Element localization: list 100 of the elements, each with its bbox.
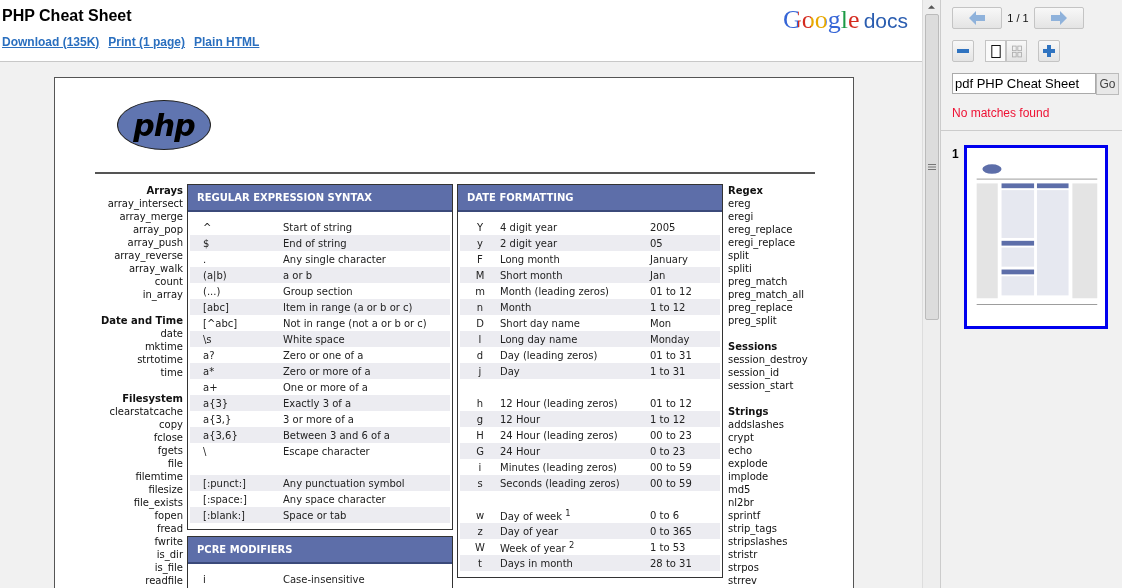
left-arrow-icon [969,11,985,25]
function-name: fwrite [153,535,183,548]
table-cell-text: a{3} [203,397,230,409]
table-cell-text: 05 [650,237,664,249]
function-name: preg_match_all [728,288,806,301]
function-name: eregi_replace [728,236,797,249]
function-name: session_start [728,379,795,392]
zoom-out-button[interactable] [952,40,974,62]
table-cell-text: Item in range (a or b or c) [283,301,414,313]
table-cell-text: Jan [650,269,667,281]
table-cell-text: $ [203,237,211,249]
function-name: fread [155,522,183,535]
table-cell-text: 28 to 31 [650,557,693,569]
header-link[interactable]: Download (135K) [2,35,100,49]
header-link[interactable]: Print (1 page) [108,35,186,49]
function-name: ereg_replace [728,223,794,236]
table-cell-text: W [474,541,486,553]
table-cell-text: One or more of a [283,381,369,393]
table-cell-text: 1 to 12 [650,301,687,313]
function-name: session_id [728,366,781,379]
table-cell-text: Day [500,365,521,377]
search-message: No matches found [941,106,1122,131]
table-cell-text: [:punct:] [203,477,247,489]
function-name: session_destroy [728,353,809,366]
table-cell-text: Escape character [283,445,371,457]
table-cell-text: 4 digit year [500,221,559,233]
table-cell-text: [abc] [203,301,230,313]
zoom-in-button[interactable] [1038,40,1060,62]
scrollbar-thumb[interactable] [924,14,939,320]
function-name: spliti [728,262,753,275]
table-cell-text: \ [203,445,208,457]
table-cell-text: 00 to 59 [650,461,693,473]
table-cell-text: 24 Hour [500,445,541,457]
function-name: addslashes [728,418,785,431]
table-cell-text: 12 Hour (leading zeros) [500,397,619,409]
section-heading: Sessions [728,340,779,353]
function-name: array_intersect [106,197,183,210]
grip-icon [927,164,936,170]
function-name: split [728,249,751,262]
table-cell-text: 01 to 12 [650,397,693,409]
table-cell-text: g [475,413,485,425]
right-arrow-icon [1051,11,1067,25]
function-name: strrev [728,574,759,587]
table-cell-text: Minutes (leading zeros) [500,461,619,473]
function-name: implode [728,470,770,483]
function-name: fclose [152,431,183,444]
section-heading: Filesystem [121,392,183,405]
table-cell-text: a* [203,365,216,377]
table-cell-text: Day of week $^{1}$ [500,507,572,523]
search-field[interactable]: pdf PHP Cheat Sheet [952,73,1096,94]
function-name: preg_split [728,314,778,327]
table-cell-text: . [203,253,208,265]
function-name: stripslashes [728,535,789,548]
table-cell-text: Long day name [500,333,579,345]
table-cell-text: 0 to 6 [650,509,681,521]
single-page-button[interactable] [985,40,1006,62]
table-cell-text: 01 to 12 [650,285,693,297]
table-cell-text: Monday [650,333,691,345]
table-cell-text: 1 to 31 [650,365,687,377]
function-name: is_dir [155,548,183,561]
table-cell-text: Between 3 and 6 of a [283,429,391,441]
function-name: array_pop [131,223,183,236]
logo-product: docs [863,9,908,33]
scroll-up-icon[interactable] [928,5,935,9]
table-cell-text: Not in range (not a or b or c) [283,317,428,329]
function-name: clearstatcache [108,405,183,418]
table-cell-text: End of string [283,237,348,249]
section-heading: Regex [728,184,764,197]
table-cell-text: Day (leading zeros) [500,349,599,361]
table-cell-text: w [474,509,486,521]
header-link[interactable]: Plain HTML [194,35,260,49]
function-name: array_walk [127,262,183,275]
table-cell-text: Long month [500,253,561,265]
table-cell-text: Group section [283,285,354,297]
table-header: REGULAR EXPRESSION SYNTAX [188,185,452,212]
table-cell-text: 12 Hour [500,413,541,425]
function-name: fgets [156,444,183,457]
function-name: filemtime [134,470,183,483]
function-name: count [153,275,183,288]
function-name: preg_replace [728,301,794,314]
function-name: readfile [144,574,183,587]
table-cell-text: Exactly 3 of a [283,397,353,409]
table-cell-text: Y [475,221,485,233]
table-header: DATE FORMATTING [458,185,722,212]
minus-icon [957,49,969,53]
table-cell-text: h [475,397,485,409]
table-cell-text: (...) [203,285,222,297]
table-cell-text: 01 to 31 [650,349,693,361]
scrollbar[interactable] [922,0,940,588]
function-name: fopen [153,509,183,522]
table-cell-text: i [203,573,207,585]
function-name: file [166,457,183,470]
go-button[interactable]: Go [1096,73,1119,95]
table-cell-text: 0 to 23 [650,445,687,457]
table-cell-text: G [475,445,485,457]
document-title: PHP Cheat Sheet [2,7,133,25]
table-cell-text: ^ [203,221,213,233]
page-counter: 1 / 1 [1006,12,1030,24]
function-name: strtotime [136,353,183,366]
table-cell-text: January [650,253,689,265]
